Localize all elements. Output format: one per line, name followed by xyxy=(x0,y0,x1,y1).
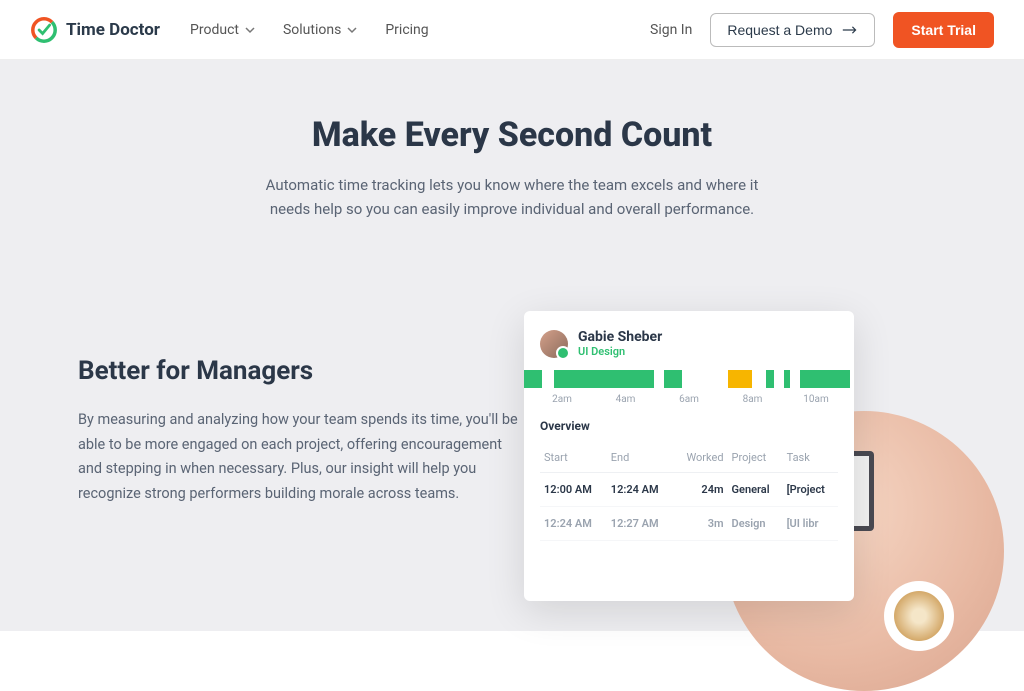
hero-title: Make Every Second Count xyxy=(0,115,1024,155)
start-trial-button[interactable]: Start Trial xyxy=(893,12,994,48)
logo-text: Time Doctor xyxy=(66,20,160,40)
col-end: End xyxy=(607,443,674,473)
activity-segment xyxy=(554,370,654,388)
button-label: Request a Demo xyxy=(727,22,832,38)
time-label: 4am xyxy=(606,394,646,405)
col-start: Start xyxy=(540,443,607,473)
col-worked: Worked xyxy=(674,443,728,473)
chevron-down-icon xyxy=(245,25,255,35)
cell-task: [Project xyxy=(783,473,838,507)
hero-section: Make Every Second Count Automatic time t… xyxy=(0,60,1024,631)
user-name: Gabie Sheber xyxy=(578,329,662,345)
table-header-row: Start End Worked Project Task xyxy=(540,443,838,473)
timeline-labels: 2am 4am 6am 8am 10am xyxy=(524,394,854,405)
main-header: Time Doctor Product Solutions Pricing Si… xyxy=(0,0,1024,60)
table-row: 12:24 AM 12:27 AM 3m Design [UI libr xyxy=(540,507,838,541)
activity-segment xyxy=(800,370,850,388)
time-label: 8am xyxy=(733,394,773,405)
sign-in-link[interactable]: Sign In xyxy=(650,22,692,38)
primary-nav: Product Solutions Pricing xyxy=(190,22,429,38)
logo-icon xyxy=(30,16,58,44)
overview-table: Start End Worked Project Task 12:00 AM 1… xyxy=(540,443,838,541)
request-demo-button[interactable]: Request a Demo xyxy=(710,13,875,47)
col-project: Project xyxy=(728,443,783,473)
nav-label: Pricing xyxy=(385,22,428,38)
text-column: Better for Managers By measuring and ana… xyxy=(78,356,528,507)
section-body: By measuring and analyzing how your team… xyxy=(78,408,528,507)
section-title: Better for Managers xyxy=(78,356,528,386)
nav-label: Product xyxy=(190,22,239,38)
cell-worked: 24m xyxy=(674,473,728,507)
activity-timeline xyxy=(524,370,854,388)
time-label: 2am xyxy=(542,394,582,405)
col-task: Task xyxy=(783,443,838,473)
nav-item-product[interactable]: Product xyxy=(190,22,255,38)
cell-project: Design xyxy=(728,507,783,541)
activity-segment xyxy=(784,370,790,388)
nav-item-solutions[interactable]: Solutions xyxy=(283,22,357,38)
avatar xyxy=(540,330,568,358)
table-row: 12:00 AM 12:24 AM 24m General [Project xyxy=(540,473,838,507)
nav-item-pricing[interactable]: Pricing xyxy=(385,22,428,38)
activity-segment xyxy=(728,370,752,388)
cell-worked: 3m xyxy=(674,507,728,541)
user-role: UI Design xyxy=(578,345,662,358)
logo[interactable]: Time Doctor xyxy=(30,16,160,44)
latte-art xyxy=(894,591,944,641)
cell-end: 12:27 AM xyxy=(607,507,674,541)
time-label: 6am xyxy=(669,394,709,405)
hero-subtitle: Automatic time tracking lets you know wh… xyxy=(252,173,772,221)
cell-project: General xyxy=(728,473,783,507)
chevron-down-icon xyxy=(347,25,357,35)
activity-segment xyxy=(524,370,542,388)
activity-segment xyxy=(766,370,774,388)
cell-start: 12:24 AM xyxy=(540,507,607,541)
activity-segment xyxy=(664,370,682,388)
arrow-right-icon xyxy=(842,25,858,35)
nav-label: Solutions xyxy=(283,22,341,38)
user-meta: Gabie Sheber UI Design xyxy=(578,329,662,358)
header-actions: Sign In Request a Demo Start Trial xyxy=(650,12,994,48)
cell-end: 12:24 AM xyxy=(607,473,674,507)
illustration-area: Gabie Sheber UI Design 2am xyxy=(524,311,944,631)
coffee-cup-graphic xyxy=(884,581,954,651)
overview-heading: Overview xyxy=(540,419,838,433)
user-header: Gabie Sheber UI Design xyxy=(540,329,838,358)
cell-start: 12:00 AM xyxy=(540,473,607,507)
app-preview-card: Gabie Sheber UI Design 2am xyxy=(524,311,854,601)
cell-task: [UI libr xyxy=(783,507,838,541)
time-label: 10am xyxy=(796,394,836,405)
